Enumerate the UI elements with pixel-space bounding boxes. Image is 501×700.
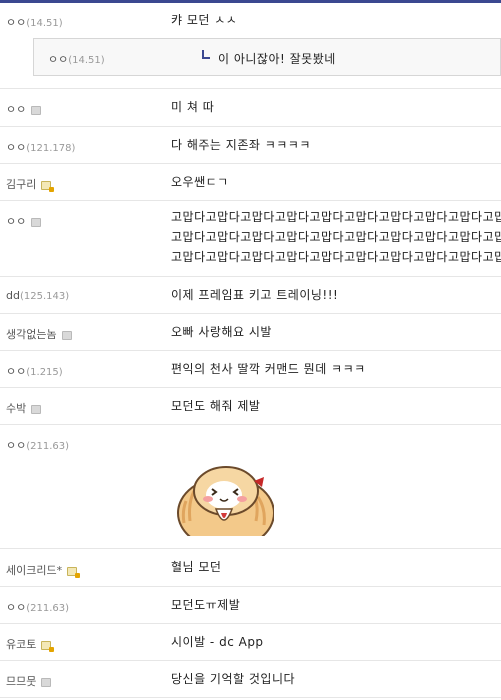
comment-row: 유코토 시이발 - dc App <box>0 624 501 661</box>
reply-text: 이 아니잖아! 잘못봤네 <box>218 52 336 66</box>
nick-icon <box>31 404 42 414</box>
comment-line: 시이발 - dc App <box>171 635 264 649</box>
comment-text: 모던도 해줘 제발 <box>163 388 501 424</box>
comment-writer[interactable]: 김구리 <box>0 164 163 200</box>
comment-writer[interactable]: ㅇㅇ(211.63) <box>0 587 163 623</box>
writer-nick[interactable]: ㅇㅇ <box>6 103 26 116</box>
fixed-nick-icon <box>41 640 55 652</box>
comment-writer[interactable]: ㅇㅇ <box>0 89 163 126</box>
comment-writer[interactable]: ㅇㅇ(211.63) <box>0 425 163 548</box>
comment-writer[interactable]: ㅇㅇ <box>0 201 163 276</box>
writer-ip: (211.63) <box>26 603 70 614</box>
writer-nick[interactable]: 므므뭇 <box>6 675 36 688</box>
writer-nick[interactable]: ㅇㅇ <box>6 439 26 452</box>
writer-nick[interactable]: ㅇㅇ <box>6 215 26 228</box>
comment-text: 다 해주는 지존좌 ㅋㅋㅋㅋ <box>163 127 501 163</box>
comment-row: 김구리 오우쌘ㄷㄱ <box>0 164 501 201</box>
writer-ip: (211.63) <box>26 441 70 452</box>
comment-text: 오빠 사랑해요 시발 <box>163 314 501 350</box>
dccon-sticker[interactable] <box>168 461 274 536</box>
comment-text: 모던도ㅠ제발 <box>163 587 501 623</box>
comment-line: 캬 모던 ㅅㅅ <box>171 13 238 27</box>
comment-line: 오우쌘ㄷㄱ <box>171 175 229 189</box>
comment-line: 고맙다고맙다고맙다고맙다고맙다고맙다고맙다고맙다고맙다고맙다고맙다 <box>171 230 501 244</box>
comment-row: 수박 모던도 해줘 제발 <box>0 388 501 425</box>
comment-text: 오우쌘ㄷㄱ <box>163 164 501 200</box>
writer-ip: (1.215) <box>26 367 63 378</box>
reply-writer-nick[interactable]: ㅇㅇ <box>48 53 68 66</box>
fixed-nick-icon <box>67 566 81 578</box>
comment-text: 시이발 - dc App <box>163 624 501 660</box>
nick-icon <box>31 217 42 227</box>
comment-text: 편익의 천사 딸깍 커맨드 뭔데 ㅋㅋㅋ <box>163 351 501 387</box>
comment-writer[interactable]: 세이크리드* <box>0 549 163 586</box>
comment-text: 혈님 모던 <box>163 549 501 586</box>
comment-line: 미 쳐 따 <box>171 100 215 114</box>
fixed-nick-icon <box>41 180 55 192</box>
writer-nick[interactable]: 유코토 <box>6 638 36 651</box>
comment-text: 이제 프레임표 키고 트레이닝!!! <box>163 277 501 313</box>
comment-row: 생각없는놈 오빠 사랑해요 시발 <box>0 314 501 351</box>
comment-writer[interactable]: 유코토 <box>0 624 163 660</box>
comment-line: 오빠 사랑해요 시발 <box>171 325 272 339</box>
nick-icon <box>41 677 52 687</box>
comment-line: 이제 프레임표 키고 트레이닝!!! <box>171 288 339 302</box>
writer-nick[interactable]: 김구리 <box>6 178 36 191</box>
comment-text: 당신을 기억할 것입니다 <box>163 661 501 697</box>
reply-comment: ㅇㅇ(14.51) 이 아니잖아! 잘못봤네 <box>33 38 501 76</box>
writer-nick[interactable]: ㅇㅇ <box>6 365 26 378</box>
comment-row: 므므뭇 당신을 기억할 것입니다 <box>0 661 501 698</box>
comment-list: ㅇㅇ(14.51) 캬 모던 ㅅㅅ ㅇㅇ 미 쳐 따 ㅇㅇ(121.178) 다… <box>0 3 501 698</box>
comment-writer[interactable]: ㅇㅇ(1.215) <box>0 351 163 387</box>
comment-writer[interactable]: dd(125.143) <box>0 277 163 313</box>
comment-line: 당신을 기억할 것입니다 <box>171 672 296 686</box>
comment-line: 모던도ㅠ제발 <box>171 598 241 612</box>
comment-row: ㅇㅇ 고맙다고맙다고맙다고맙다고맙다고맙다고맙다고맙다고맙다고맙다고맙다 고맙다… <box>0 201 501 277</box>
comment-line: 고맙다고맙다고맙다고맙다고맙다고맙다고맙다고맙다고맙다고맙다고맙다 <box>171 250 501 264</box>
comment-line: 모던도 해줘 제발 <box>171 399 261 413</box>
comment-row: ㅇㅇ(121.178) 다 해주는 지존좌 ㅋㅋㅋㅋ <box>0 127 501 164</box>
comment-text: 미 쳐 따 <box>163 89 501 126</box>
comment-row: ㅇㅇ 미 쳐 따 <box>0 89 501 127</box>
nick-icon <box>31 105 42 115</box>
comment-row: 세이크리드* 혈님 모던 <box>0 549 501 587</box>
reply-arrow-icon <box>202 50 210 59</box>
writer-ip: (125.143) <box>19 291 70 302</box>
writer-ip: (121.178) <box>26 143 76 154</box>
writer-nick[interactable]: 세이크리드* <box>6 564 62 577</box>
comment-line: 다 해주는 지존좌 ㅋㅋㅋㅋ <box>171 138 311 152</box>
comment-row: ㅇㅇ(211.63) 모던도ㅠ제발 <box>0 587 501 624</box>
comment-row: ㅇㅇ(1.215) 편익의 천사 딸깍 커맨드 뭔데 ㅋㅋㅋ <box>0 351 501 388</box>
writer-nick[interactable]: dd <box>6 289 20 302</box>
comment-writer[interactable]: 므므뭇 <box>0 661 163 697</box>
comment-writer[interactable]: 생각없는놈 <box>0 314 163 350</box>
writer-ip: (14.51) <box>26 18 63 29</box>
comment-line: 고맙다고맙다고맙다고맙다고맙다고맙다고맙다고맙다고맙다고맙다고맙다 <box>171 210 501 224</box>
writer-nick[interactable]: ㅇㅇ <box>6 601 26 614</box>
nick-icon <box>61 330 72 340</box>
writer-nick[interactable]: ㅇㅇ <box>6 141 26 154</box>
reply-writer-ip: (14.51) <box>68 55 105 66</box>
reply-writer[interactable]: ㅇㅇ(14.51) <box>48 51 105 67</box>
writer-nick[interactable]: ㅇㅇ <box>6 16 26 29</box>
comment-row: dd(125.143) 이제 프레임표 키고 트레이닝!!! <box>0 277 501 314</box>
comment-line: 편익의 천사 딸깍 커맨드 뭔데 ㅋㅋㅋ <box>171 362 366 376</box>
writer-nick[interactable]: 수박 <box>6 402 26 415</box>
writer-nick[interactable]: 생각없는놈 <box>6 328 57 341</box>
comment-writer[interactable]: ㅇㅇ(121.178) <box>0 127 163 163</box>
comment-text: 고맙다고맙다고맙다고맙다고맙다고맙다고맙다고맙다고맙다고맙다고맙다 고맙다고맙다… <box>163 201 501 276</box>
comment-writer[interactable]: 수박 <box>0 388 163 424</box>
comment-line: 혈님 모던 <box>171 560 222 574</box>
